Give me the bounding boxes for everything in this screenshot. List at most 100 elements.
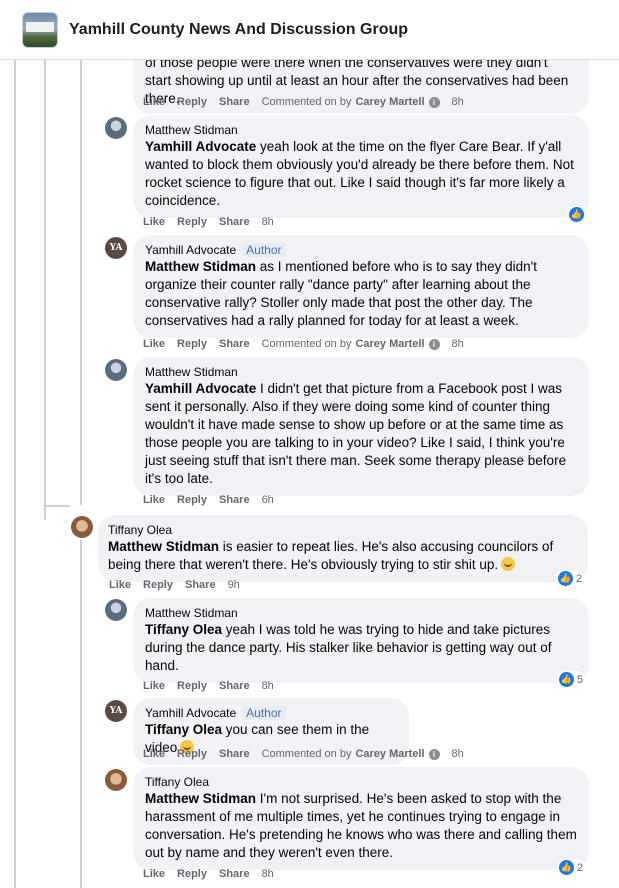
comment-body: I didn't get that picture from a Faceboo… [145, 381, 567, 486]
comment-bubble: Matthew Stidman Yamhill Advocate yeah lo… [133, 115, 589, 218]
comment-author[interactable]: Tiffany Olea [145, 775, 209, 789]
reply-button[interactable]: Reply [177, 338, 207, 350]
like-button[interactable]: Like [143, 748, 165, 760]
comment-author[interactable]: Yamhill Advocate [145, 243, 236, 257]
thread-line [80, 540, 82, 888]
share-button[interactable]: Share [219, 338, 250, 350]
comment-time[interactable]: 8h [262, 868, 274, 880]
info-icon[interactable]: i [428, 96, 440, 108]
comment-author[interactable]: Yamhill Advocate [145, 706, 236, 720]
comment-bubble: Tiffany Olea Matthew Stidman is easier t… [98, 515, 588, 582]
share-button[interactable]: Share [219, 868, 250, 880]
like-reaction-icon: 👍 [559, 672, 574, 687]
comment-bubble: Matthew Stidman Yamhill Advocate I didn'… [133, 357, 589, 496]
comment-actions: Like Reply Share 8h [143, 216, 286, 228]
comment-time[interactable]: 6h [262, 494, 274, 506]
comment: Tiffany Olea Matthew Stidman I'm not sur… [133, 767, 589, 870]
mention-link[interactable]: Yamhill Advocate [145, 139, 256, 154]
like-button[interactable]: Like [143, 494, 165, 506]
reaction-count[interactable]: 👍 2 [556, 570, 585, 587]
avatar[interactable]: YA [105, 700, 127, 722]
info-icon[interactable]: i [428, 338, 440, 350]
thread-line [80, 60, 82, 505]
comment-bubble: Matthew Stidman Tiffany Olea yeah I was … [133, 598, 589, 683]
reaction-number: 2 [577, 861, 584, 874]
comment-text: Yamhill Advocate yeah look at the time o… [145, 138, 577, 210]
avatar[interactable] [105, 599, 127, 621]
like-button[interactable]: Like [109, 579, 131, 591]
mention-link[interactable]: Tiffany Olea [145, 722, 222, 737]
share-button[interactable]: Share [219, 216, 250, 228]
mention-link[interactable]: Matthew Stidman [108, 539, 219, 554]
comment: Matthew Stidman Tiffany Olea yeah I was … [133, 598, 589, 683]
like-button[interactable]: Like [143, 216, 165, 228]
avatar[interactable] [105, 117, 127, 139]
mention-link[interactable]: Yamhill Advocate [145, 381, 256, 396]
reaction-number: 2 [576, 572, 583, 585]
thread-connector [44, 505, 70, 507]
share-button[interactable]: Share [219, 680, 250, 692]
comment: Tiffany Olea Matthew Stidman is easier t… [98, 515, 588, 582]
comment: Matthew Stidman Yamhill Advocate yeah lo… [133, 115, 589, 218]
like-button[interactable]: Like [143, 96, 165, 108]
mention-link[interactable]: Matthew Stidman [145, 791, 256, 806]
commented-on-by-label: Commented on by [261, 748, 352, 760]
reply-button[interactable]: Reply [177, 748, 207, 760]
comment-time[interactable]: 9h [228, 579, 240, 591]
reply-button[interactable]: Reply [143, 579, 173, 591]
avatar[interactable]: YA [105, 237, 127, 259]
info-icon[interactable]: i [428, 748, 440, 760]
comment-time[interactable]: 8h [452, 338, 464, 350]
reaction-count[interactable]: 👍 5 [557, 671, 586, 688]
commented-by-name[interactable]: Carey Martell [355, 96, 424, 108]
author-badge: Author [242, 706, 286, 720]
reaction-count[interactable]: 👍 2 [557, 859, 586, 876]
emoji-icon [501, 557, 516, 571]
group-title[interactable]: Yamhill County News And Discussion Group [69, 21, 408, 39]
comment: Yamhill Advocate Author Matthew Stidman … [133, 235, 589, 338]
comment-actions: Like Reply Share Commented on by Carey M… [143, 338, 476, 350]
comment-bubble: Tiffany Olea Matthew Stidman I'm not sur… [133, 767, 589, 870]
commented-by-name[interactable]: Carey Martell [355, 748, 424, 760]
comment-thread: of those people were there when the cons… [0, 0, 619, 888]
reply-button[interactable]: Reply [177, 680, 207, 692]
comment-text: Yamhill Advocate I didn't get that pictu… [145, 380, 577, 488]
reply-button[interactable]: Reply [177, 96, 207, 108]
comment-author[interactable]: Matthew Stidman [145, 606, 238, 620]
avatar[interactable] [105, 359, 127, 381]
comment-author[interactable]: Tiffany Olea [108, 523, 172, 537]
like-reaction-icon: 👍 [569, 207, 584, 222]
comment-bubble: Yamhill Advocate Author Matthew Stidman … [133, 235, 589, 338]
share-button[interactable]: Share [219, 96, 250, 108]
reply-button[interactable]: Reply [177, 494, 207, 506]
like-button[interactable]: Like [143, 338, 165, 350]
share-button[interactable]: Share [219, 748, 250, 760]
comment-time[interactable]: 8h [262, 680, 274, 692]
reply-button[interactable]: Reply [177, 868, 207, 880]
like-button[interactable]: Like [143, 680, 165, 692]
comment-actions: Like Reply Share Commented on by Carey M… [143, 96, 476, 108]
comment-time[interactable]: 8h [262, 216, 274, 228]
reaction-number: 5 [577, 673, 584, 686]
like-reaction-icon: 👍 [559, 860, 574, 875]
avatar[interactable] [71, 516, 93, 538]
share-button[interactable]: Share [219, 494, 250, 506]
comment-text: Matthew Stidman I'm not surprised. He's … [145, 790, 577, 862]
group-thumbnail[interactable] [22, 11, 58, 48]
reply-button[interactable]: Reply [177, 216, 207, 228]
comment-time[interactable]: 8h [452, 96, 464, 108]
comment-author[interactable]: Matthew Stidman [145, 123, 238, 137]
like-button[interactable]: Like [143, 868, 165, 880]
share-button[interactable]: Share [185, 579, 216, 591]
comment-time[interactable]: 8h [452, 748, 464, 760]
comment-author[interactable]: Matthew Stidman [145, 365, 238, 379]
reaction-count[interactable]: 👍 [567, 206, 589, 223]
commented-on-by-label: Commented on by [261, 338, 352, 350]
mention-link[interactable]: Matthew Stidman [145, 259, 256, 274]
commented-by-name[interactable]: Carey Martell [355, 338, 424, 350]
comment-actions: Like Reply Share 8h [143, 680, 286, 692]
avatar[interactable] [105, 769, 127, 791]
comment-actions: Like Reply Share 6h [143, 494, 286, 506]
mention-link[interactable]: Tiffany Olea [145, 622, 222, 637]
comment-text: Tiffany Olea yeah I was told he was tryi… [145, 621, 577, 675]
